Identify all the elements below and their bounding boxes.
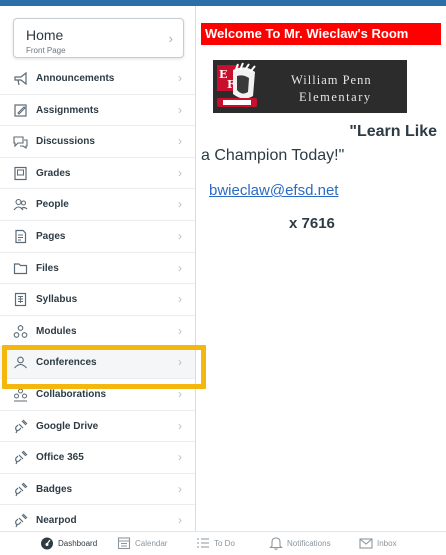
- email-link[interactable]: bwieclaw@efsd.net: [209, 182, 338, 199]
- people-icon: [13, 197, 28, 212]
- sidebar-item-people[interactable]: People ›: [0, 189, 195, 221]
- megaphone-icon: [13, 71, 28, 86]
- syllabus-icon: [13, 292, 28, 307]
- motto-line-1: "Learn Like: [349, 123, 437, 140]
- sidebar-item-pages[interactable]: Pages ›: [0, 221, 195, 253]
- banner-school-type: Elementary: [299, 90, 372, 104]
- inbox-icon: [359, 536, 373, 550]
- tab-label: Calendar: [135, 539, 168, 548]
- sidebar-item-label: Syllabus: [36, 294, 78, 306]
- chevron-right-icon: ›: [178, 386, 182, 401]
- nav-list: Announcements › Assignments › Discussions › Gr…: [0, 63, 195, 531]
- sidebar-item-label: Google Drive: [36, 420, 99, 432]
- plug-icon: [13, 419, 28, 434]
- bell-icon: [269, 536, 283, 550]
- chevron-right-icon: ›: [178, 260, 182, 275]
- tab-label: To Do: [214, 539, 235, 548]
- sidebar-item-badges[interactable]: Badges ›: [0, 474, 195, 506]
- plug-icon: [13, 450, 28, 465]
- chevron-right-icon: ›: [178, 71, 182, 85]
- chevron-right-icon: ›: [178, 481, 182, 496]
- bottom-tab-bar: Dashboard Calendar To Do Notifications Inbox: [0, 531, 446, 555]
- assignment-icon: [13, 103, 28, 118]
- warriors-logo: E F: [215, 62, 261, 111]
- sidebar-item-syllabus[interactable]: Syllabus ›: [0, 284, 195, 316]
- tab-label: Inbox: [377, 539, 397, 548]
- sidebar-item-label: Office 365: [36, 452, 84, 464]
- sidebar-item-label: Grades: [36, 167, 71, 179]
- page-icon: [13, 229, 28, 244]
- sidebar-item-label: Collaborations: [36, 388, 107, 400]
- plug-icon: [13, 513, 28, 528]
- welcome-heading: Welcome To Mr. Wieclaw's Room: [201, 23, 441, 45]
- sidebar-item-label: Pages: [36, 230, 66, 242]
- banner-school-name: William Penn: [291, 73, 372, 87]
- sidebar-item-label: Modules: [36, 325, 77, 337]
- tab-label: Notifications: [287, 539, 331, 548]
- modules-icon: [13, 324, 28, 339]
- chevron-right-icon: ›: [178, 228, 182, 243]
- sidebar-item-label: Assignments: [36, 104, 99, 116]
- course-navigation: Home Front Page › Announcements › Assignme…: [0, 6, 196, 531]
- sidebar-item-google-drive[interactable]: Google Drive ›: [0, 411, 195, 443]
- discussion-icon: [13, 134, 28, 150]
- front-page-content: Welcome To Mr. Wieclaw's Room E F Willia…: [197, 6, 446, 531]
- todo-icon: [196, 536, 210, 550]
- sidebar-item-files[interactable]: Files ›: [0, 253, 195, 285]
- collaborations-icon: [13, 387, 28, 402]
- tab-label: Dashboard: [58, 539, 98, 548]
- chevron-right-icon: ›: [178, 165, 182, 180]
- sidebar-item-nearpod[interactable]: Nearpod ›: [0, 505, 195, 531]
- sidebar-item-announcements[interactable]: Announcements ›: [0, 63, 195, 95]
- folder-icon: [13, 261, 28, 276]
- chevron-right-icon: ›: [178, 323, 182, 338]
- sidebar-item-grades[interactable]: Grades ›: [0, 158, 195, 190]
- plug-icon: [13, 482, 28, 497]
- grades-icon: [13, 166, 28, 181]
- calendar-icon: [117, 536, 131, 550]
- chevron-right-icon: ›: [168, 31, 173, 46]
- sidebar-item-label: Badges: [36, 483, 73, 495]
- conferences-highlight: [2, 345, 206, 389]
- sidebar-item-modules[interactable]: Modules ›: [0, 316, 195, 348]
- sidebar-item-discussions[interactable]: Discussions ›: [0, 126, 195, 158]
- home-button[interactable]: Home Front Page ›: [13, 18, 184, 58]
- chevron-right-icon: ›: [178, 513, 182, 528]
- chevron-right-icon: ›: [178, 292, 182, 307]
- sidebar-item-label: Nearpod: [36, 515, 77, 527]
- chevron-right-icon: ›: [178, 450, 182, 465]
- sidebar-item-label: People: [36, 199, 69, 211]
- sidebar-item-label: Announcements: [36, 73, 115, 84]
- home-subtitle: Front Page: [26, 46, 66, 55]
- chevron-right-icon: ›: [178, 134, 182, 149]
- chevron-right-icon: ›: [178, 418, 182, 433]
- sidebar-item-assignments[interactable]: Assignments ›: [0, 95, 195, 127]
- chevron-right-icon: ›: [178, 197, 182, 212]
- motto-line-2: a Champion Today!": [201, 147, 345, 164]
- sidebar-item-label: Files: [36, 262, 59, 274]
- dashboard-icon: [40, 536, 54, 550]
- phone-extension: x 7616: [289, 215, 335, 232]
- sidebar-item-office-365[interactable]: Office 365 ›: [0, 442, 195, 474]
- home-title: Home: [26, 27, 64, 43]
- sidebar-item-label: Discussions: [36, 136, 95, 148]
- chevron-right-icon: ›: [178, 102, 182, 117]
- school-banner: E F William Penn Elementary: [213, 60, 407, 113]
